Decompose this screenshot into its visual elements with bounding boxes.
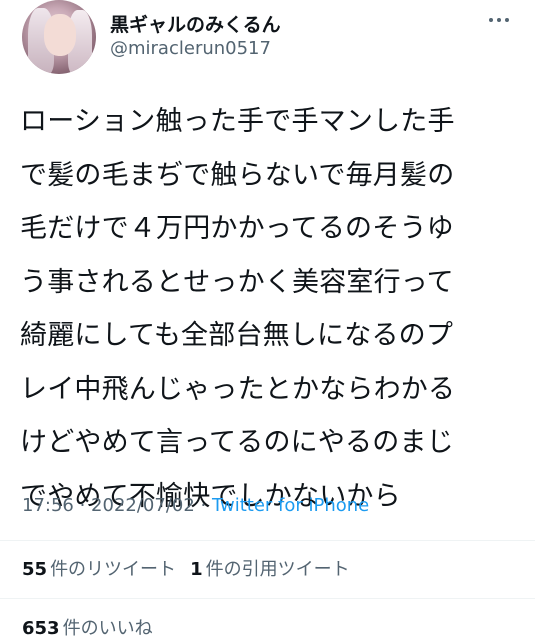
user-avatar[interactable]: [22, 0, 96, 74]
tweet: 黒ギャルのみくるん @miraclerun0517 ローション触った手で手マンし…: [0, 0, 535, 640]
retweets-stat[interactable]: 55 件のリツイート: [22, 559, 176, 580]
retweet-count: 55: [22, 559, 48, 580]
more-horizontal-icon[interactable]: [484, 10, 514, 30]
engagement-stats-row: 55 件のリツイート 1 件の引用ツイート: [22, 555, 350, 581]
tweet-text-line: 綺麗にしても全部台無しになるのプ: [20, 320, 454, 351]
likes-stat-row: 653 件のいいね: [22, 614, 153, 640]
tweet-time[interactable]: 17:56: [22, 495, 74, 516]
avatar-face: [44, 14, 76, 56]
divider: [0, 598, 535, 599]
meta-separator: ·: [194, 495, 212, 516]
divider: [0, 540, 535, 541]
tweet-metadata: 17:56 · 2022/07/02 · Twitter for iPhone: [22, 495, 369, 516]
like-count: 653: [22, 618, 60, 639]
meta-separator: ·: [73, 495, 92, 516]
tweet-text-line: 毛だけで４万円かかってるのそうゆ: [20, 213, 454, 244]
tweet-text: ローション触った手で手マンした手 で髪の毛まぢで触らないで毎月髪の 毛だけで４万…: [20, 95, 520, 523]
display-name[interactable]: 黒ギャルのみくるん: [110, 10, 281, 37]
tweet-date[interactable]: 2022/07/02: [91, 495, 195, 516]
quote-label: 件の引用ツイート: [205, 559, 350, 580]
tweet-text-line: けどやめて言ってるのにやるのまじ: [20, 427, 454, 458]
tweet-source-link[interactable]: Twitter for iPhone: [212, 495, 369, 516]
tweet-text-line: う事されるとせっかく美容室行って: [20, 266, 454, 298]
tweet-text-line: レイ中飛んじゃったとかならわかる: [20, 373, 456, 405]
quote-count: 1: [190, 559, 203, 580]
tweet-text-line: で髪の毛まぢで触らないで毎月髪の: [20, 159, 455, 191]
retweet-label: 件のリツイート: [50, 559, 177, 580]
like-label: 件のいいね: [62, 618, 153, 639]
tweet-text-line: ローション触った手で手マンした手: [20, 106, 455, 137]
quote-tweets-stat[interactable]: 1 件の引用ツイート: [190, 559, 350, 580]
user-handle[interactable]: @miraclerun0517: [110, 38, 271, 59]
likes-stat[interactable]: 653 件のいいね: [22, 618, 153, 639]
